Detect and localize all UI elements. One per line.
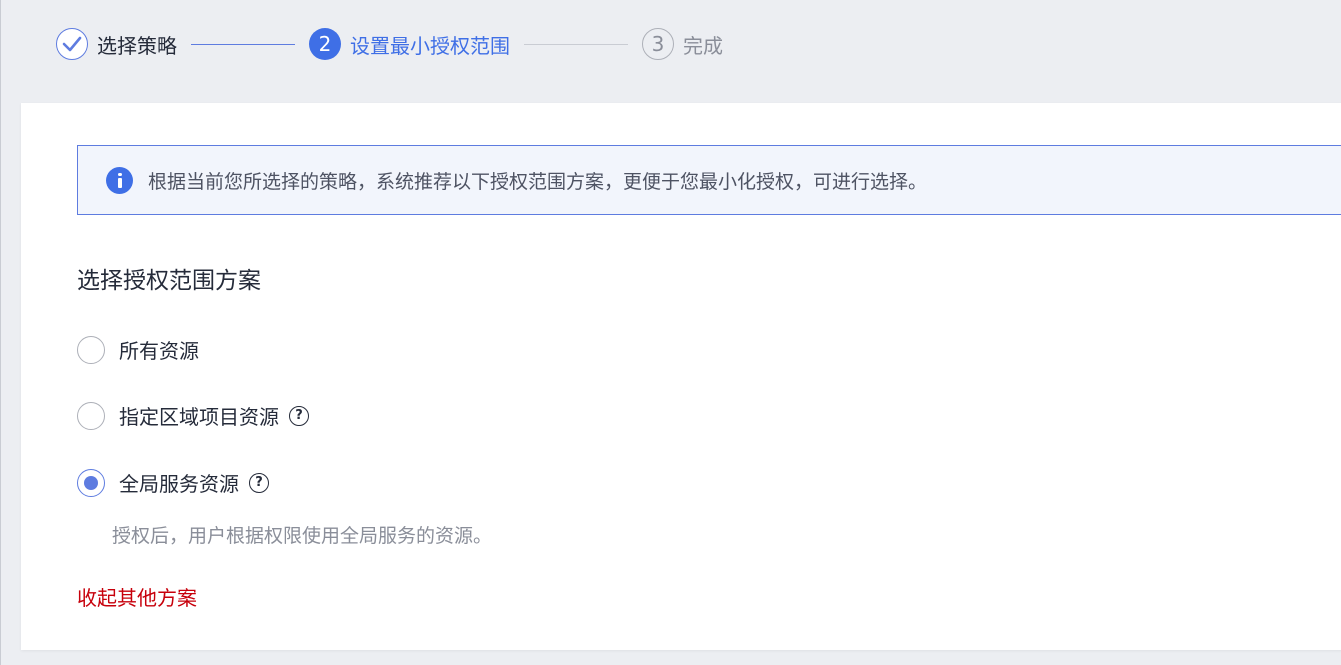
step-connector	[191, 43, 295, 45]
step-number: 2	[309, 28, 341, 60]
notice-text: 根据当前您所选择的策略，系统推荐以下授权范围方案，更便于您最小化授权，可进行选择…	[148, 170, 928, 193]
option-all-resources[interactable]: 所有资源	[77, 335, 199, 364]
radio-button[interactable]	[77, 335, 105, 364]
option-global-service-resources[interactable]: 全局服务资源 ?	[77, 468, 269, 497]
step-select-policy[interactable]: 选择策略	[56, 28, 177, 60]
info-notice: 根据当前您所选择的策略，系统推荐以下授权范围方案，更便于您最小化授权，可进行选择…	[77, 145, 1341, 215]
option-label: 全局服务资源	[119, 472, 239, 496]
step-set-scope: 2 设置最小授权范围	[309, 28, 510, 60]
option-description: 授权后，用户根据权限使用全局服务的资源。	[112, 525, 493, 547]
check-icon	[56, 28, 88, 60]
info-icon	[106, 166, 133, 194]
page-left-border	[0, 0, 1, 665]
step-connector	[524, 43, 628, 45]
option-label: 所有资源	[119, 339, 199, 363]
option-region-project-resources[interactable]: 指定区域项目资源 ?	[77, 401, 309, 430]
option-label: 指定区域项目资源	[119, 405, 279, 429]
step-label: 设置最小授权范围	[350, 33, 510, 58]
step-number: 3	[642, 28, 674, 60]
section-title: 选择授权范围方案	[77, 268, 261, 294]
step-label: 完成	[683, 33, 723, 58]
collapse-other-options-link[interactable]: 收起其他方案	[77, 582, 197, 611]
step-finish: 3 完成	[642, 28, 723, 60]
step-label: 选择策略	[97, 33, 177, 58]
stepper: 选择策略 2 设置最小授权范围 3 完成	[56, 26, 723, 62]
radio-button[interactable]	[77, 401, 105, 430]
help-icon[interactable]: ?	[249, 472, 269, 493]
scope-card: 根据当前您所选择的策略，系统推荐以下授权范围方案，更便于您最小化授权，可进行选择…	[21, 103, 1341, 650]
radio-button-checked[interactable]	[77, 468, 105, 497]
help-icon[interactable]: ?	[289, 405, 309, 426]
